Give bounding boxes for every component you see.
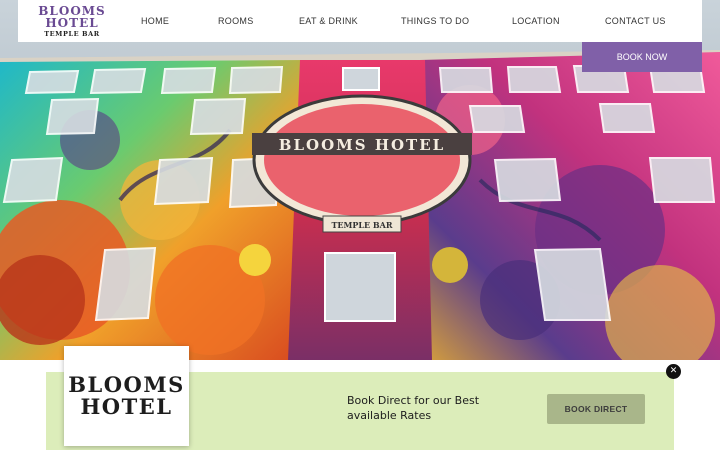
banner-logo-line-1: BLOOMS bbox=[68, 371, 185, 397]
nav-home[interactable]: HOME bbox=[141, 16, 169, 26]
logo-line-1: BLOOMS bbox=[38, 3, 106, 18]
banner-logo: BLOOMS HOTEL bbox=[64, 346, 189, 446]
page: BLOOMS HOTEL TEMPLE BAR BLOOMS HOTEL TEM… bbox=[0, 0, 720, 450]
nav-eat-drink[interactable]: EAT & DRINK bbox=[299, 16, 358, 26]
nav-things-to-do[interactable]: THINGS TO DO bbox=[401, 16, 469, 26]
banner-message: Book Direct for our Best available Rates bbox=[347, 394, 480, 422]
header-logo[interactable]: BLOOMS HOTEL TEMPLE BAR bbox=[18, 0, 126, 42]
book-direct-button[interactable]: BOOK DIRECT bbox=[547, 394, 645, 424]
mural-plaque-text: TEMPLE BAR bbox=[331, 220, 392, 230]
site-header: BLOOMS HOTEL TEMPLE BAR bbox=[18, 0, 702, 42]
logo-line-2: HOTEL bbox=[45, 15, 99, 30]
book-now-button[interactable]: BOOK NOW bbox=[582, 42, 702, 72]
nav-location[interactable]: LOCATION bbox=[512, 16, 560, 26]
mural-sign-text: BLOOMS HOTEL bbox=[279, 136, 445, 154]
nav-rooms[interactable]: ROOMS bbox=[218, 16, 254, 26]
banner-logo-line-2: HOTEL bbox=[80, 394, 173, 419]
close-icon[interactable]: ✕ bbox=[666, 364, 681, 379]
logo-line-3: TEMPLE BAR bbox=[44, 29, 100, 38]
nav-contact-us[interactable]: CONTACT US bbox=[605, 16, 666, 26]
